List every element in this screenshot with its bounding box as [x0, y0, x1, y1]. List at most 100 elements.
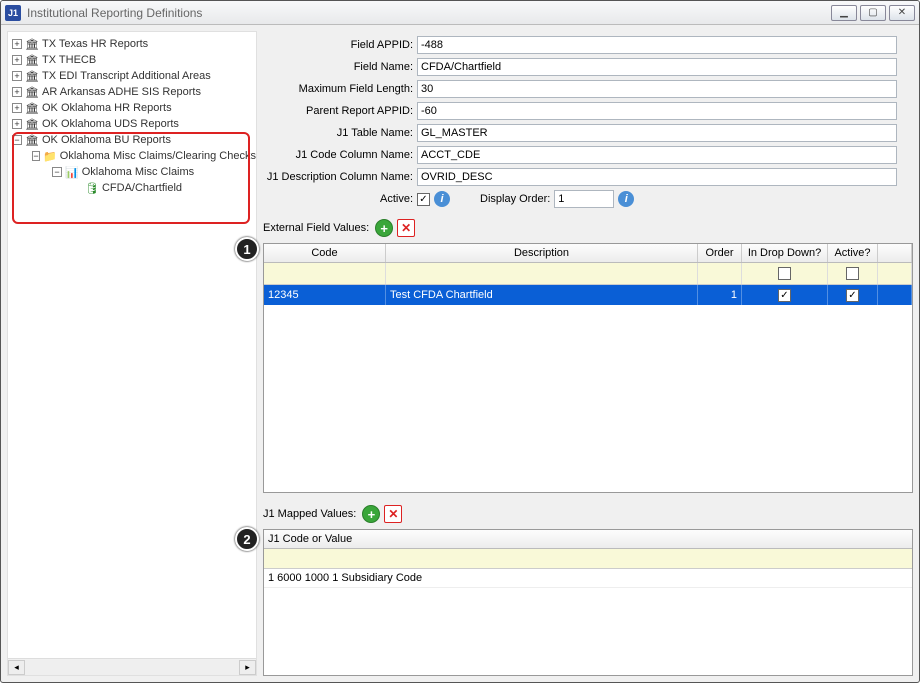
mapped-values-label: J1 Mapped Values: — [263, 508, 356, 520]
tree-item[interactable]: +🏛OK Oklahoma UDS Reports — [8, 116, 256, 132]
titlebar: J1 Institutional Reporting Definitions ▁… — [1, 1, 919, 25]
info-icon[interactable]: i — [618, 191, 634, 207]
tree-item[interactable]: +🏛AR Arkansas ADHE SIS Reports — [8, 84, 256, 100]
table-name-input[interactable] — [417, 124, 897, 142]
tree-item[interactable]: +🏛TX EDI Transcript Additional Areas — [8, 68, 256, 84]
mapped-filter-row[interactable] — [264, 549, 912, 569]
detail-pane: Field APPID: Field Name: Maximum Field L… — [263, 31, 913, 676]
building-icon: 🏛 — [25, 102, 39, 115]
tree-horizontal-scrollbar[interactable]: ◂ ▸ — [8, 658, 256, 675]
col-in-dropdown[interactable]: In Drop Down? — [742, 244, 828, 262]
tree-label: TX THECB — [42, 54, 96, 66]
add-mapped-value-button[interactable]: + — [362, 505, 380, 523]
delete-mapped-value-button[interactable]: ✕ — [384, 505, 402, 523]
tree-item[interactable]: +🏛OK Oklahoma HR Reports — [8, 100, 256, 116]
external-values-label: External Field Values: — [263, 222, 369, 234]
parent-appid-input[interactable] — [417, 102, 897, 120]
collapse-icon[interactable]: − — [32, 151, 40, 161]
mapped-row[interactable]: 1 6000 1000 1 Subsidiary Code — [264, 569, 912, 588]
tree-label: AR Arkansas ADHE SIS Reports — [42, 86, 201, 98]
tree-label: TX Texas HR Reports — [42, 38, 148, 50]
desc-column-input[interactable] — [417, 168, 897, 186]
expand-icon[interactable]: + — [12, 119, 22, 129]
tree-label: OK Oklahoma HR Reports — [42, 102, 172, 114]
table-row[interactable]: 12345 Test CFDA Chartfield 1 — [264, 285, 912, 305]
callout-2: 2 — [235, 527, 259, 551]
tree-label: OK Oklahoma BU Reports — [42, 134, 171, 146]
table-name-label: J1 Table Name: — [263, 127, 417, 139]
field-appid-label: Field APPID: — [263, 39, 417, 51]
code-column-label: J1 Code Column Name: — [263, 149, 417, 161]
window-title: Institutional Reporting Definitions — [27, 6, 202, 20]
cell-dropdown-checkbox[interactable] — [778, 289, 791, 302]
tree-label: OK Oklahoma UDS Reports — [42, 118, 179, 130]
tree-item-selected[interactable]: 🛢CFDA/Chartfield — [8, 180, 256, 196]
building-icon: 🏛 — [25, 70, 39, 83]
tree-label: Oklahoma Misc Claims — [82, 166, 194, 178]
desc-column-label: J1 Description Column Name: — [263, 171, 417, 183]
cell-order: 1 — [698, 285, 742, 305]
col-description[interactable]: Description — [386, 244, 698, 262]
chart-icon: 📊 — [65, 166, 79, 179]
field-appid-input[interactable] — [417, 36, 897, 54]
building-icon: 🏛 — [25, 134, 39, 147]
tree-item[interactable]: +🏛TX Texas HR Reports — [8, 36, 256, 52]
filter-dropdown-checkbox[interactable] — [778, 267, 791, 280]
collapse-icon[interactable]: − — [52, 167, 62, 177]
parent-appid-label: Parent Report APPID: — [263, 105, 417, 117]
maximize-button[interactable]: ▢ — [860, 5, 886, 21]
folder-icon: 📁 — [43, 150, 57, 163]
collapse-icon[interactable]: − — [12, 135, 22, 145]
max-length-input[interactable] — [417, 80, 897, 98]
expand-icon[interactable]: + — [12, 39, 22, 49]
scroll-left-button[interactable]: ◂ — [8, 660, 25, 675]
tree-item[interactable]: +🏛TX THECB — [8, 52, 256, 68]
mapped-values-grid[interactable]: J1 Code or Value 1 6000 1000 1 Subsidiar… — [263, 529, 913, 676]
building-icon: 🏛 — [25, 38, 39, 51]
code-column-input[interactable] — [417, 146, 897, 164]
cell-active-checkbox[interactable] — [846, 289, 859, 302]
scroll-right-button[interactable]: ▸ — [239, 660, 256, 675]
tree-label: CFDA/Chartfield — [102, 182, 182, 194]
tree-label: TX EDI Transcript Additional Areas — [42, 70, 211, 82]
minimize-button[interactable]: ▁ — [831, 5, 857, 21]
filter-active-checkbox[interactable] — [846, 267, 859, 280]
expand-icon[interactable]: + — [12, 103, 22, 113]
expand-icon[interactable]: + — [12, 87, 22, 97]
report-tree[interactable]: +🏛TX Texas HR Reports +🏛TX THECB +🏛TX ED… — [8, 32, 256, 658]
building-icon: 🏛 — [25, 54, 39, 67]
active-label: Active: — [263, 193, 417, 205]
mapped-col-header[interactable]: J1 Code or Value — [264, 530, 912, 549]
scroll-track[interactable] — [25, 660, 239, 675]
add-external-value-button[interactable]: + — [375, 219, 393, 237]
tree-item[interactable]: −📊Oklahoma Misc Claims — [8, 164, 256, 180]
grid-filter-row[interactable] — [264, 263, 912, 285]
field-name-input[interactable] — [417, 58, 897, 76]
app-window: J1 Institutional Reporting Definitions ▁… — [0, 0, 920, 683]
tree-item[interactable]: −📁Oklahoma Misc Claims/Clearing Checks — [8, 148, 256, 164]
tree-label: Oklahoma Misc Claims/Clearing Checks — [60, 150, 256, 162]
col-active[interactable]: Active? — [828, 244, 878, 262]
field-name-label: Field Name: — [263, 61, 417, 73]
tree-pane: +🏛TX Texas HR Reports +🏛TX THECB +🏛TX ED… — [7, 31, 257, 676]
max-length-label: Maximum Field Length: — [263, 83, 417, 95]
display-order-input[interactable] — [554, 190, 614, 208]
info-icon[interactable]: i — [434, 191, 450, 207]
col-code[interactable]: Code — [264, 244, 386, 262]
cell-desc: Test CFDA Chartfield — [386, 285, 698, 305]
mapped-values-header: J1 Mapped Values: + ✕ — [263, 503, 913, 525]
app-logo: J1 — [5, 5, 21, 21]
building-icon: 🏛 — [25, 86, 39, 99]
expand-icon[interactable]: + — [12, 71, 22, 81]
field-form: Field APPID: Field Name: Maximum Field L… — [263, 31, 913, 213]
col-spacer — [878, 244, 912, 262]
cell-code: 12345 — [264, 285, 386, 305]
active-checkbox[interactable] — [417, 193, 430, 206]
tree-item[interactable]: −🏛OK Oklahoma BU Reports — [8, 132, 256, 148]
expand-icon[interactable]: + — [12, 55, 22, 65]
delete-external-value-button[interactable]: ✕ — [397, 219, 415, 237]
close-button[interactable]: ✕ — [889, 5, 915, 21]
database-icon: 🛢 — [85, 182, 99, 195]
col-order[interactable]: Order — [698, 244, 742, 262]
external-values-grid[interactable]: Code Description Order In Drop Down? Act… — [263, 243, 913, 493]
